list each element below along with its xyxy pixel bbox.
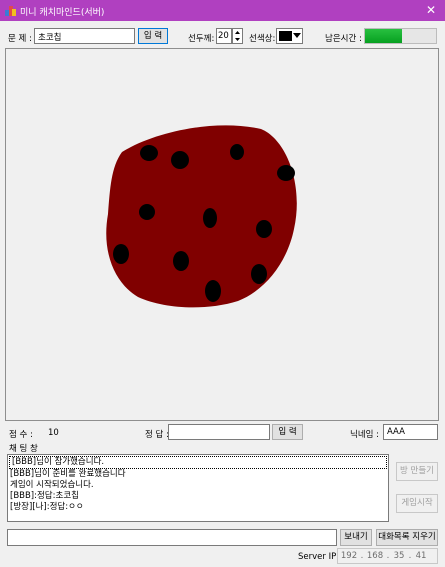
drawn-cookie-shape [106, 125, 297, 308]
nickname-label: 닉네임 : [350, 430, 380, 440]
chat-list[interactable]: [BBB]님이 참가했습니다. [BBB]님이 준비를 완료했습니다 게임이 시… [7, 454, 389, 522]
color-label: 선색상: [249, 34, 276, 44]
color-swatch [279, 31, 292, 41]
drawing-canvas[interactable] [5, 48, 439, 421]
score-label: 점 수 : [9, 430, 33, 440]
problem-label: 문 제 : [8, 34, 32, 44]
server-ip-label: Server IP [298, 552, 337, 562]
score-value: 10 [48, 428, 59, 438]
time-label: 남은시간 : [325, 34, 362, 44]
chat-message[interactable]: [BBB]님이 준비를 완료했습니다 [8, 469, 388, 480]
answer-submit-button[interactable]: 입 력 [272, 424, 303, 440]
thickness-input[interactable]: 20 [216, 28, 232, 44]
time-progress-bar [364, 28, 437, 44]
chat-input[interactable] [7, 529, 337, 546]
chat-label: 채 팅 창 [9, 444, 38, 454]
time-progress-fill [365, 29, 402, 43]
problem-submit-button[interactable]: 입 력 [138, 28, 168, 44]
clear-chat-button[interactable]: 대화목록 지우기 [376, 529, 438, 546]
chat-message[interactable]: 게임이 시작되었습니다. [8, 480, 388, 491]
server-ip-field: 192. 168. 35. 41 [337, 548, 438, 564]
send-button[interactable]: 보내기 [340, 529, 372, 546]
ip-octet: 35 [393, 551, 405, 561]
thickness-label: 선두께: [188, 34, 215, 44]
nickname-input[interactable]: AAA [383, 424, 438, 440]
ip-octet: 168 [366, 551, 384, 561]
answer-label: 정 답 : [145, 430, 169, 440]
ip-octet: 192 [340, 551, 358, 561]
make-room-button[interactable]: 방 만들기 [396, 462, 438, 481]
drawing [106, 125, 297, 308]
stepper-arrows-icon[interactable] [233, 29, 242, 43]
ip-octet: 41 [415, 551, 427, 561]
window-title: 미니 캐치마인드(서버) [20, 8, 105, 18]
app-icon [5, 6, 16, 16]
chat-message[interactable]: [방장][나]:정답:ㅇㅇ [8, 502, 388, 513]
chevron-down-icon [293, 33, 301, 38]
chat-message[interactable]: [BBB]:정답:초코칩 [8, 491, 388, 502]
start-game-button[interactable]: 게임시작 [396, 494, 438, 513]
problem-input[interactable]: 초코칩 [34, 28, 135, 44]
answer-input[interactable] [168, 424, 270, 440]
color-select[interactable] [276, 28, 303, 44]
close-icon[interactable]: ✕ [426, 3, 436, 17]
chat-message[interactable]: [BBB]님이 참가했습니다. [9, 456, 387, 469]
title-bar: 미니 캐치마인드(서버) ✕ [0, 0, 445, 21]
thickness-stepper[interactable] [232, 28, 243, 44]
